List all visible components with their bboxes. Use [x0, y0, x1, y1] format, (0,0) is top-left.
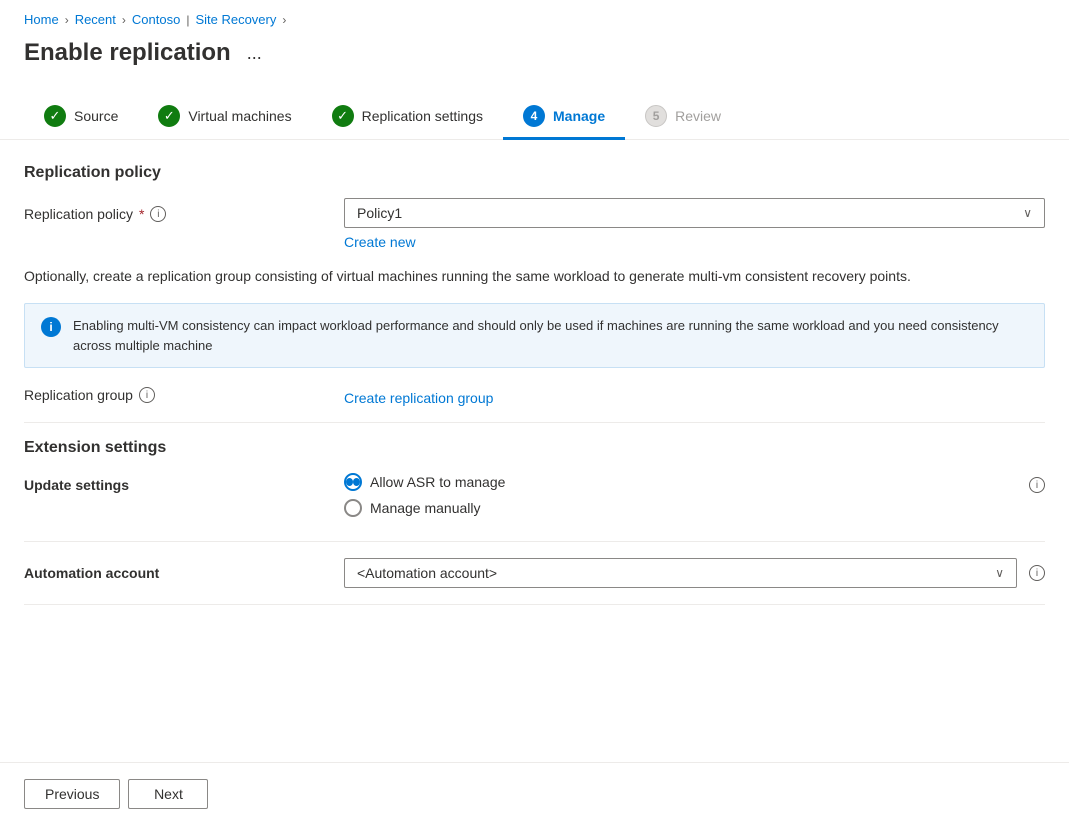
replication-group-label-text: Replication group	[24, 387, 133, 403]
extension-settings-title: Extension settings	[24, 439, 1045, 457]
automation-account-control: <Automation account> ∨	[344, 558, 1017, 588]
create-replication-group-link[interactable]: Create replication group	[344, 390, 493, 406]
automation-account-placeholder: <Automation account>	[357, 565, 497, 581]
step-virtual-machines[interactable]: ✓ Virtual machines	[138, 95, 311, 140]
replication-policy-label-text: Replication policy	[24, 206, 133, 222]
update-settings-info-icon[interactable]: i	[1029, 477, 1045, 493]
breadcrumb-site-recovery[interactable]: Site Recovery	[195, 12, 276, 27]
step-review-number-icon: 5	[645, 105, 667, 127]
step-manage-number-icon: 4	[523, 105, 545, 127]
step-manage-label: Manage	[553, 108, 605, 124]
step-vm-check-icon: ✓	[158, 105, 180, 127]
breadcrumb: Home › Recent › Contoso | Site Recovery …	[0, 0, 1069, 35]
create-new-link[interactable]: Create new	[344, 234, 416, 250]
replication-policy-info-icon[interactable]: i	[150, 206, 166, 222]
extension-settings-section: Extension settings Update settings Allow…	[24, 439, 1045, 605]
automation-account-row: Automation account <Automation account> …	[24, 558, 1045, 605]
step-rs-label: Replication settings	[362, 108, 483, 124]
step-replication-settings[interactable]: ✓ Replication settings	[312, 95, 503, 140]
info-box-icon: i	[41, 317, 61, 337]
replication-policy-title: Replication policy	[24, 164, 1045, 182]
breadcrumb-sep1: ›	[65, 13, 69, 27]
step-source[interactable]: ✓ Source	[24, 95, 138, 140]
breadcrumb-contoso[interactable]: Contoso	[132, 12, 180, 27]
step-vm-label: Virtual machines	[188, 108, 291, 124]
replication-policy-label: Replication policy * i	[24, 198, 344, 222]
optional-info-text: Optionally, create a replication group c…	[24, 266, 1045, 287]
step-source-label: Source	[74, 108, 118, 124]
info-box: i Enabling multi-VM consistency can impa…	[24, 303, 1045, 368]
step-review[interactable]: 5 Review	[625, 95, 741, 140]
update-settings-info: i	[1029, 473, 1045, 493]
breadcrumb-recent[interactable]: Recent	[75, 12, 116, 27]
automation-account-info: i	[1017, 565, 1045, 581]
main-content: Replication policy Replication policy * …	[0, 140, 1069, 762]
radio-manage-manually-icon	[344, 499, 362, 517]
breadcrumb-sep3: ›	[282, 13, 286, 27]
automation-account-info-icon[interactable]: i	[1029, 565, 1045, 581]
update-settings-label: Update settings	[24, 473, 344, 493]
replication-group-row: Replication group i Create replication g…	[24, 384, 1045, 406]
radio-allow-asr[interactable]: Allow ASR to manage	[344, 473, 1029, 491]
replication-policy-dropdown[interactable]: Policy1 ∨	[344, 198, 1045, 228]
replication-policy-control: Policy1 ∨ Create new	[344, 198, 1045, 250]
step-rs-check-icon: ✓	[332, 105, 354, 127]
replication-policy-row: Replication policy * i Policy1 ∨ Create …	[24, 198, 1045, 250]
info-box-message: Enabling multi-VM consistency can impact…	[73, 316, 1028, 355]
page-title: Enable replication	[24, 39, 231, 67]
radio-allow-asr-label: Allow ASR to manage	[370, 474, 505, 490]
footer: Previous Next	[0, 762, 1069, 825]
automation-chevron-icon: ∨	[995, 566, 1004, 580]
radio-allow-asr-icon	[344, 473, 362, 491]
previous-button[interactable]: Previous	[24, 779, 120, 809]
replication-group-info-icon[interactable]: i	[139, 387, 155, 403]
radio-manage-manually-label: Manage manually	[370, 500, 481, 516]
step-review-label: Review	[675, 108, 721, 124]
step-source-check-icon: ✓	[44, 105, 66, 127]
update-settings-row: Update settings Allow ASR to manage Mana…	[24, 473, 1045, 542]
replication-policy-value: Policy1	[357, 205, 402, 221]
next-button[interactable]: Next	[128, 779, 208, 809]
chevron-down-icon: ∨	[1023, 206, 1032, 220]
wizard-steps: ✓ Source ✓ Virtual machines ✓ Replicatio…	[0, 83, 1069, 140]
breadcrumb-pipe: |	[186, 13, 189, 27]
replication-group-label: Replication group i	[24, 387, 344, 403]
replication-policy-section: Replication policy Replication policy * …	[24, 164, 1045, 250]
update-settings-options: Allow ASR to manage Manage manually	[344, 473, 1029, 525]
section-divider	[24, 422, 1045, 423]
step-manage[interactable]: 4 Manage	[503, 95, 625, 140]
page-header: Enable replication ...	[0, 35, 1069, 83]
breadcrumb-sep2: ›	[122, 13, 126, 27]
automation-account-dropdown[interactable]: <Automation account> ∨	[344, 558, 1017, 588]
breadcrumb-home[interactable]: Home	[24, 12, 59, 27]
automation-account-label: Automation account	[24, 565, 344, 581]
required-indicator: *	[139, 206, 144, 222]
radio-manage-manually[interactable]: Manage manually	[344, 499, 1029, 517]
ellipsis-button[interactable]: ...	[241, 41, 268, 66]
